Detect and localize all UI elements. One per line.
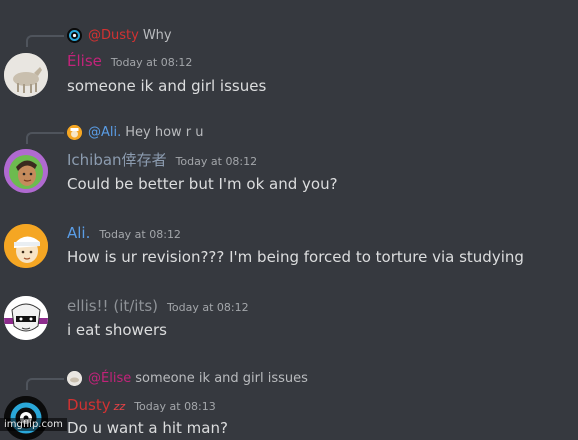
reply-preview[interactable]: @Élise someone ik and girl issues [67,369,308,387]
character-avatar-icon[interactable] [4,224,48,268]
anime-character-avatar-icon[interactable] [4,149,48,193]
reply-preview[interactable]: @Dusty Why [67,26,172,44]
message-header: Élise Today at 08:12 [67,52,192,72]
message-content: How is ur revision??? I'm being forced t… [67,248,524,266]
reply-text: someone ik and girl issues [135,370,308,386]
message-header: Dusty zz Today at 08:13 [67,396,216,416]
reply-mention[interactable]: @Élise [88,371,131,386]
reply-mention[interactable]: @Dusty [88,28,139,43]
dusty-avatar-mini-icon [67,27,82,43]
author-name[interactable]: Ali. [67,224,90,242]
drawn-character-avatar-icon[interactable] [4,296,48,340]
timestamp: Today at 08:12 [110,56,193,69]
reply-connector [26,132,64,144]
timestamp: Today at 08:13 [134,400,216,413]
reply-connector [26,378,64,390]
reply-text: Hey how r u [125,124,204,140]
message-content: i eat showers [67,321,167,339]
reply-mention[interactable]: @Ali. [88,125,121,140]
author-name[interactable]: Ichiban倖存者 [67,149,167,170]
reply-connector [26,35,64,47]
watermark: imgflip.com [0,418,67,431]
sleeping-badge: zz [113,400,126,413]
author-name[interactable]: ellis!! (it/its) [67,297,158,315]
horse-avatar-mini-icon [67,370,82,386]
reply-preview[interactable]: @Ali. Hey how r u [67,123,204,141]
author-name[interactable]: Dusty [67,396,111,414]
ali-avatar-mini-icon [67,124,82,140]
message-header: ellis!! (it/its) Today at 08:12 [67,297,249,317]
horse-avatar-icon[interactable] [4,53,48,97]
reply-text: Why [142,27,172,43]
timestamp: Today at 08:12 [175,155,258,168]
timestamp: Today at 08:12 [167,301,249,314]
message-header: Ichiban倖存者 Today at 08:12 [67,149,257,169]
message-content: Do u want a hit man? [67,419,228,437]
message-content: someone ik and girl issues [67,77,267,95]
author-name[interactable]: Élise [67,52,102,70]
timestamp: Today at 08:12 [99,228,181,241]
message-header: Ali. Today at 08:12 [67,224,181,244]
message-content: Could be better but I'm ok and you? [67,175,338,193]
